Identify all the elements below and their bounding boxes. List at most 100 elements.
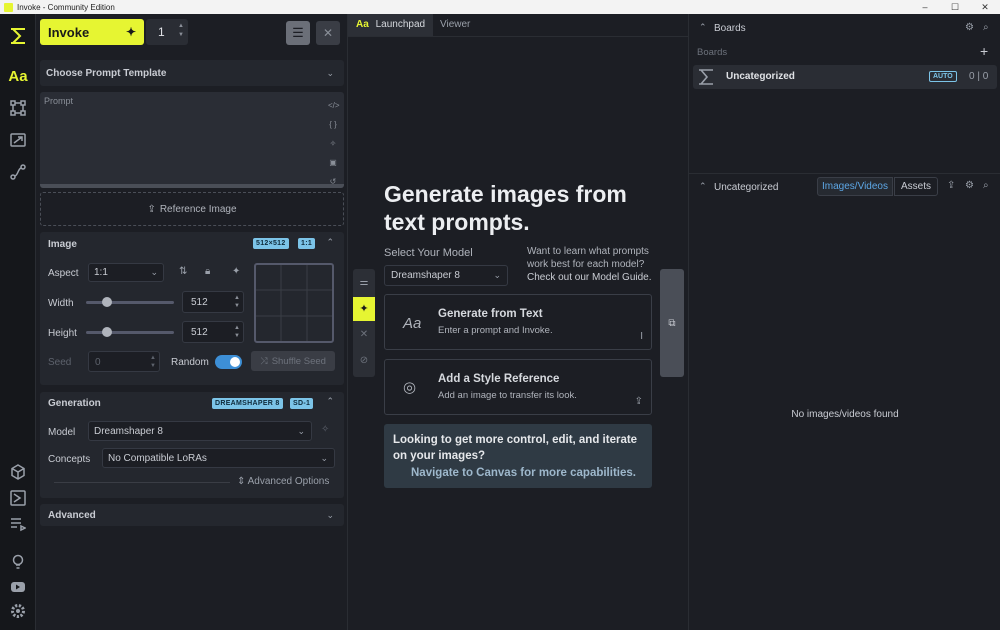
prompt-input[interactable]: Prompt </> { } ✧ ▣ ↺	[40, 92, 344, 188]
braces-icon[interactable]: { }	[328, 115, 338, 134]
gallery-title: Uncategorized	[714, 182, 779, 193]
close-window-button[interactable]: ✕	[970, 0, 1000, 14]
generate-from-text-card[interactable]: Aa Generate from Text Enter a prompt and…	[384, 294, 652, 350]
launchpad-icon: Aa	[356, 19, 369, 30]
gallery-settings-icon[interactable]: ⚙	[965, 180, 974, 191]
model-settings-icon[interactable]: ✧	[321, 424, 329, 435]
add-board-icon[interactable]: +	[980, 43, 988, 59]
seed-input[interactable]: 0 ▲ ▼	[88, 351, 160, 372]
minimize-button[interactable]: –	[910, 0, 940, 14]
code-icon[interactable]: </>	[328, 96, 340, 115]
upload-icon[interactable]: ⇪	[947, 180, 955, 191]
cancel-icon[interactable]: ✕	[316, 21, 340, 45]
reference-image-dropzone[interactable]: ⇪ Reference Image	[40, 192, 344, 226]
board-item-uncategorized[interactable]: Uncategorized AUTO 0 | 0	[693, 65, 997, 89]
iterations-value: 1	[158, 25, 165, 39]
width-label: Width	[48, 298, 74, 309]
chevron-up-icon[interactable]: ⌃	[699, 22, 707, 33]
board-counts: 0 | 0	[969, 71, 989, 82]
aspect-select[interactable]: 1:1 ⌄	[88, 263, 164, 282]
stepper-arrows-icon[interactable]: ▲ ▼	[234, 324, 240, 340]
size-badge: 512×512	[253, 238, 289, 249]
invoke-logo-icon[interactable]	[8, 26, 28, 46]
clear-queue-icon[interactable]: ⊘	[353, 351, 375, 371]
search-icon[interactable]: ⌕	[983, 180, 989, 191]
iterations-stepper[interactable]: 1 ▲ ▼	[146, 19, 188, 45]
invoke-sparkle-icon[interactable]: ✦	[353, 297, 375, 321]
maximize-button[interactable]: ☐	[940, 0, 970, 14]
image-icon[interactable]: ▣	[328, 153, 338, 172]
prompt-template-select[interactable]: Choose Prompt Template ⌄	[40, 60, 344, 86]
upload-icon[interactable]: ⇪	[635, 396, 643, 407]
tab-assets[interactable]: Assets	[894, 177, 938, 196]
advanced-section[interactable]: Advanced ⌄	[40, 504, 344, 526]
workflow-icon[interactable]	[8, 98, 28, 118]
stepper-arrows-icon[interactable]: ▲ ▼	[234, 294, 240, 310]
help-text: Want to learn what prompts work best for…	[527, 246, 649, 270]
tab-launchpad[interactable]: Aa Launchpad	[348, 14, 434, 36]
chevron-up-icon[interactable]: ⌃	[326, 237, 334, 248]
chevron-down-icon: ⌄	[320, 453, 328, 463]
invoke-button-label: Invoke	[48, 24, 90, 40]
canvas-link[interactable]: Navigate to Canvas for more capabilities…	[411, 467, 636, 479]
optimal-size-icon[interactable]: ✦	[232, 266, 240, 277]
height-slider[interactable]	[86, 327, 174, 337]
tab-launchpad-label: Launchpad	[375, 19, 426, 30]
settings-gear-icon[interactable]	[8, 601, 28, 621]
upload-icon: ⇪	[147, 203, 156, 215]
tab-viewer[interactable]: Viewer	[432, 14, 478, 36]
model-select[interactable]: Dreamshaper 8 ⌄	[88, 421, 312, 441]
chevron-up-icon[interactable]: ⌃	[699, 181, 707, 192]
gallery-toggle-icon[interactable]: ⧉	[660, 269, 684, 377]
center-panel: Aa Launchpad Viewer ⚌ ✦ ✕ ⊘ ⧉ Generate i…	[348, 14, 688, 630]
model-guide-help: Want to learn what prompts work best for…	[527, 245, 652, 284]
canvas-icon[interactable]	[8, 130, 28, 150]
auto-badge: AUTO	[929, 71, 957, 82]
queue-icon[interactable]	[8, 514, 28, 534]
width-input[interactable]: 512 ▲ ▼	[182, 291, 244, 313]
width-slider[interactable]	[86, 297, 174, 307]
random-toggle[interactable]	[215, 355, 242, 369]
settings-sliders-icon[interactable]: ⚌	[353, 273, 375, 293]
width-slider-thumb[interactable]	[101, 297, 112, 307]
card-title: Generate from Text	[438, 308, 543, 320]
launchpad-model-select[interactable]: Dreamshaper 8 ⌄	[384, 265, 508, 286]
invoke-button[interactable]: Invoke ✦	[40, 19, 144, 45]
upscale-icon[interactable]	[8, 162, 28, 182]
chevron-up-icon[interactable]: ⌃	[326, 396, 334, 407]
height-input[interactable]: 512 ▲ ▼	[182, 321, 244, 343]
height-slider-thumb[interactable]	[101, 327, 112, 337]
magic-icon[interactable]: ✧	[328, 134, 338, 153]
generate-text-icon[interactable]: Aa	[8, 66, 28, 86]
random-label: Random	[171, 357, 209, 368]
stepper-arrows-icon[interactable]: ▲ ▼	[150, 354, 156, 370]
shuffle-icon: ⤨	[260, 355, 268, 367]
video-icon[interactable]	[8, 577, 28, 597]
lightbulb-icon[interactable]	[8, 552, 28, 572]
ratio-badge: 1:1	[298, 238, 316, 249]
canvas-banner: Looking to get more control, edit, and i…	[384, 424, 652, 488]
search-icon[interactable]: ⌕	[983, 22, 989, 33]
history-icon[interactable]: ↺	[328, 172, 338, 191]
swap-icon[interactable]: ⇅	[179, 266, 187, 277]
shuffle-seed-button[interactable]: ⤨ Shuffle Seed	[251, 351, 335, 371]
model-manager-icon[interactable]	[8, 488, 28, 508]
advanced-options-toggle[interactable]: ⇕ Advanced Options	[237, 476, 329, 487]
lock-icon[interactable]: 🔒︎	[205, 266, 210, 277]
model-badge: DREAMSHAPER 8	[212, 398, 283, 409]
window-title: Invoke - Community Edition	[17, 2, 115, 12]
model-guide-link[interactable]: Check out our Model Guide.	[527, 272, 652, 283]
board-logo-icon	[699, 69, 713, 85]
card-desc: Add an image to transfer its look.	[438, 390, 577, 401]
prompt-resize-handle[interactable]	[40, 184, 344, 188]
concepts-select[interactable]: No Compatible LoRAs ⌄	[102, 448, 335, 468]
cancel-icon[interactable]: ✕	[353, 325, 375, 345]
boards-settings-icon[interactable]: ⚙	[965, 22, 974, 33]
stepper-arrows-icon[interactable]: ▲ ▼	[178, 22, 184, 40]
parameters-panel: Invoke ✦ 1 ▲ ▼ ☰ ✕ Choose Prompt Template…	[36, 14, 348, 630]
models-cube-icon[interactable]	[8, 462, 28, 482]
tab-assets-label: Assets	[900, 181, 931, 192]
tab-images-videos[interactable]: Images/Videos	[817, 177, 893, 196]
menu-icon[interactable]: ☰	[286, 21, 310, 45]
style-reference-card[interactable]: ◎ Add a Style Reference Add an image to …	[384, 359, 652, 415]
